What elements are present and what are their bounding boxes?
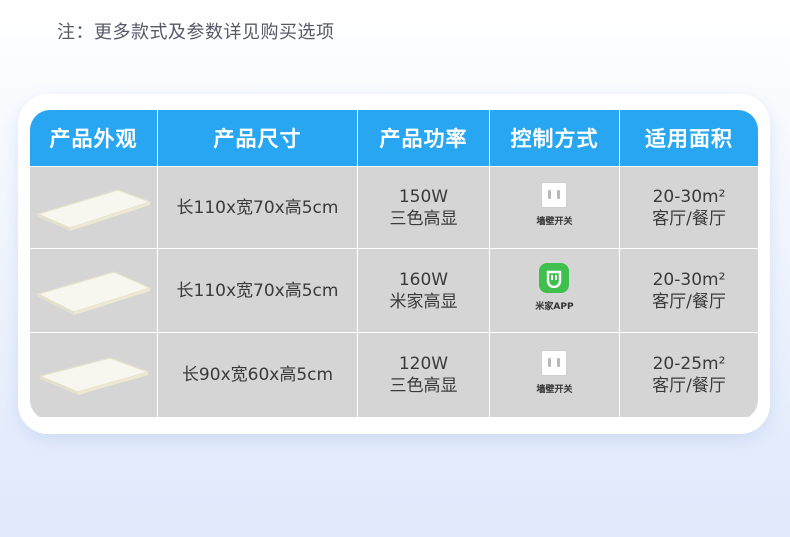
product-image-cell (30, 166, 158, 248)
control-cell: 墙壁开关 (490, 166, 620, 248)
wall-switch-icon (541, 182, 568, 208)
header-size: 产品尺寸 (158, 110, 358, 166)
power-text: 160W (398, 269, 449, 290)
light-panel-image (35, 188, 152, 231)
room-text: 客厅/餐厅 (652, 376, 726, 396)
size-cell: 长90x宽60x高5cm (158, 332, 358, 417)
product-image-cell (30, 332, 158, 417)
control-item: 墙壁开关 (536, 349, 573, 401)
wall-switch-icon (541, 349, 568, 376)
note-text: 注：更多款式及参数详见购买选项 (57, 22, 335, 43)
area-cell: 20-25m² 客厅/餐厅 (620, 332, 758, 417)
power-cell: 160W 米家高显 (358, 248, 490, 332)
power-text: 120W (398, 354, 449, 374)
size-cell: 长110x宽70x高5cm (158, 248, 358, 332)
control-label: 墙壁开关 (536, 217, 573, 227)
spec-table: 产品外观 产品尺寸 产品功率 控制方式 适用面积 长110x宽70x高5cm 1… (30, 110, 758, 420)
size-text: 长90x宽60x高5cm (181, 365, 334, 385)
room-text: 客厅/餐厅 (652, 208, 726, 229)
power-cell: 150W 三色高显 (358, 166, 490, 248)
display-text: 三色高显 (389, 376, 458, 396)
control-label: 米家APP (535, 302, 574, 312)
header-area: 适用面积 (620, 110, 758, 166)
header-appearance: 产品外观 (30, 110, 158, 166)
control-cell: 米家APP (490, 248, 620, 332)
display-text: 三色高显 (389, 208, 458, 229)
power-text: 150W (398, 186, 449, 207)
header-power: 产品功率 (358, 110, 490, 166)
area-text: 20-30m² (652, 186, 726, 207)
area-cell: 20-30m² 客厅/餐厅 (620, 248, 758, 332)
display-text: 米家高显 (389, 291, 458, 312)
control-item: 米家APP (535, 263, 574, 318)
control-cell: 墙壁开关 (490, 332, 620, 417)
spec-card: 产品外观 产品尺寸 产品功率 控制方式 适用面积 长110x宽70x高5cm 1… (18, 94, 770, 434)
area-text: 20-30m² (652, 269, 726, 290)
page: 注：更多款式及参数详见购买选项 产品外观 产品尺寸 产品功率 控制方式 适用面积… (0, 0, 790, 537)
light-panel-image (37, 357, 150, 395)
area-text: 20-25m² (652, 354, 726, 374)
area-cell: 20-30m² 客厅/餐厅 (620, 166, 758, 248)
mijia-app-icon (539, 263, 570, 293)
room-text: 客厅/餐厅 (652, 291, 726, 312)
light-panel-image (35, 270, 152, 315)
control-label: 墙壁开关 (536, 384, 573, 395)
power-cell: 120W 三色高显 (358, 332, 490, 417)
size-cell: 长110x宽70x高5cm (158, 166, 358, 248)
header-control: 控制方式 (490, 110, 620, 166)
size-text: 长110x宽70x高5cm (176, 197, 339, 218)
product-image-cell (30, 248, 158, 332)
control-item: 墙壁开关 (536, 182, 573, 233)
size-text: 长110x宽70x高5cm (176, 280, 339, 301)
